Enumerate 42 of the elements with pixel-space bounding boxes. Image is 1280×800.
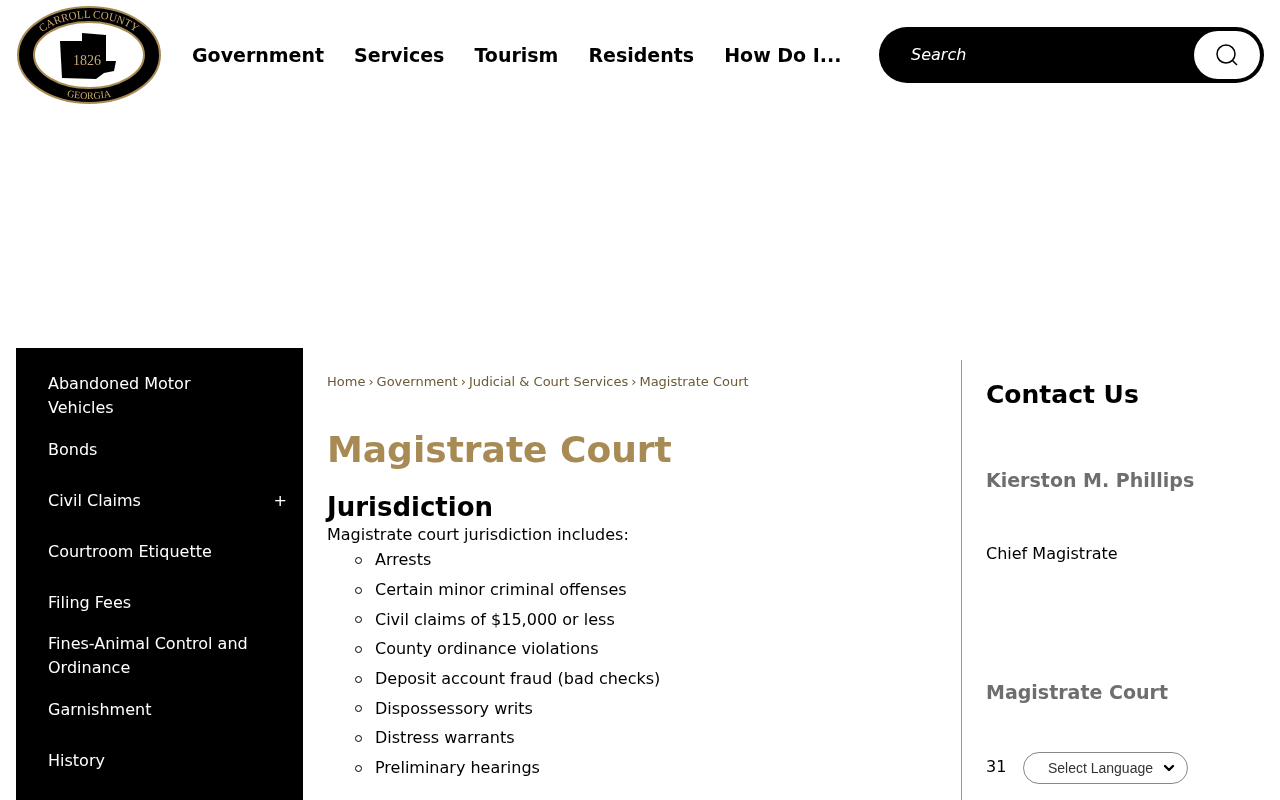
- search-field[interactable]: Search: [911, 43, 1194, 67]
- sidebar-link[interactable]: Filing Fees: [48, 590, 248, 615]
- sidebar-link[interactable]: Fines-Animal Control and Ordinance: [48, 632, 248, 680]
- list-item: Civil claims of $15,000 or less: [375, 608, 615, 631]
- sidebar-link[interactable]: History: [48, 748, 248, 773]
- breadcrumb-separator: ›: [460, 373, 466, 391]
- address-text: 31: [986, 755, 1007, 778]
- sidebar-link[interactable]: Bonds: [48, 437, 248, 462]
- section-heading: Jurisdiction: [327, 490, 495, 524]
- list-item: Distress warrants: [375, 727, 515, 750]
- nav-link[interactable]: Tourism: [474, 40, 559, 70]
- nav-link[interactable]: How Do I...: [724, 40, 842, 70]
- breadcrumb-link[interactable]: Judicial & Court Services: [468, 372, 629, 392]
- list-item: Dispossessory writs: [375, 697, 533, 720]
- sidebar-link[interactable]: Abandoned Motor Vehicles: [48, 372, 248, 420]
- contact-role: Chief Magistrate: [986, 543, 1119, 565]
- search-icon: [1215, 43, 1239, 67]
- list-item: Preliminary hearings: [375, 757, 540, 780]
- intro-text: Magistrate court jurisdiction includes:: [327, 523, 630, 546]
- breadcrumb-separator: ›: [631, 373, 637, 391]
- nav-link[interactable]: Government: [192, 40, 325, 70]
- list-item: Certain minor criminal offenses: [375, 579, 627, 602]
- contact-name: Kierston M. Phillips: [986, 467, 1196, 493]
- office-name: Magistrate Court: [986, 680, 1169, 705]
- search-button[interactable]: [1194, 31, 1260, 79]
- breadcrumb-link[interactable]: Government: [376, 372, 458, 392]
- sidebar-link[interactable]: Courtroom Etiquette: [48, 539, 248, 564]
- nav-link[interactable]: Residents: [588, 40, 695, 70]
- list-item: Deposit account fraud (bad checks): [375, 668, 661, 691]
- search-bar[interactable]: Search: [879, 27, 1264, 83]
- breadcrumb-link[interactable]: Magistrate Court: [639, 372, 749, 392]
- sidebar-link[interactable]: Garnishment: [48, 697, 248, 722]
- sidebar-link[interactable]: Civil Claims: [48, 488, 248, 513]
- breadcrumb-separator: ›: [368, 373, 374, 391]
- page-title: Magistrate Court: [327, 427, 673, 472]
- contact-heading: Contact Us: [986, 379, 1140, 411]
- list-item: Arrests: [375, 549, 432, 572]
- nav-link[interactable]: Services: [354, 40, 445, 70]
- list-item: County ordinance violations: [375, 638, 599, 661]
- expand-toggle[interactable]: +: [273, 488, 287, 513]
- language-select[interactable]: Select Language: [1023, 752, 1188, 784]
- breadcrumb-link[interactable]: Home: [327, 372, 366, 392]
